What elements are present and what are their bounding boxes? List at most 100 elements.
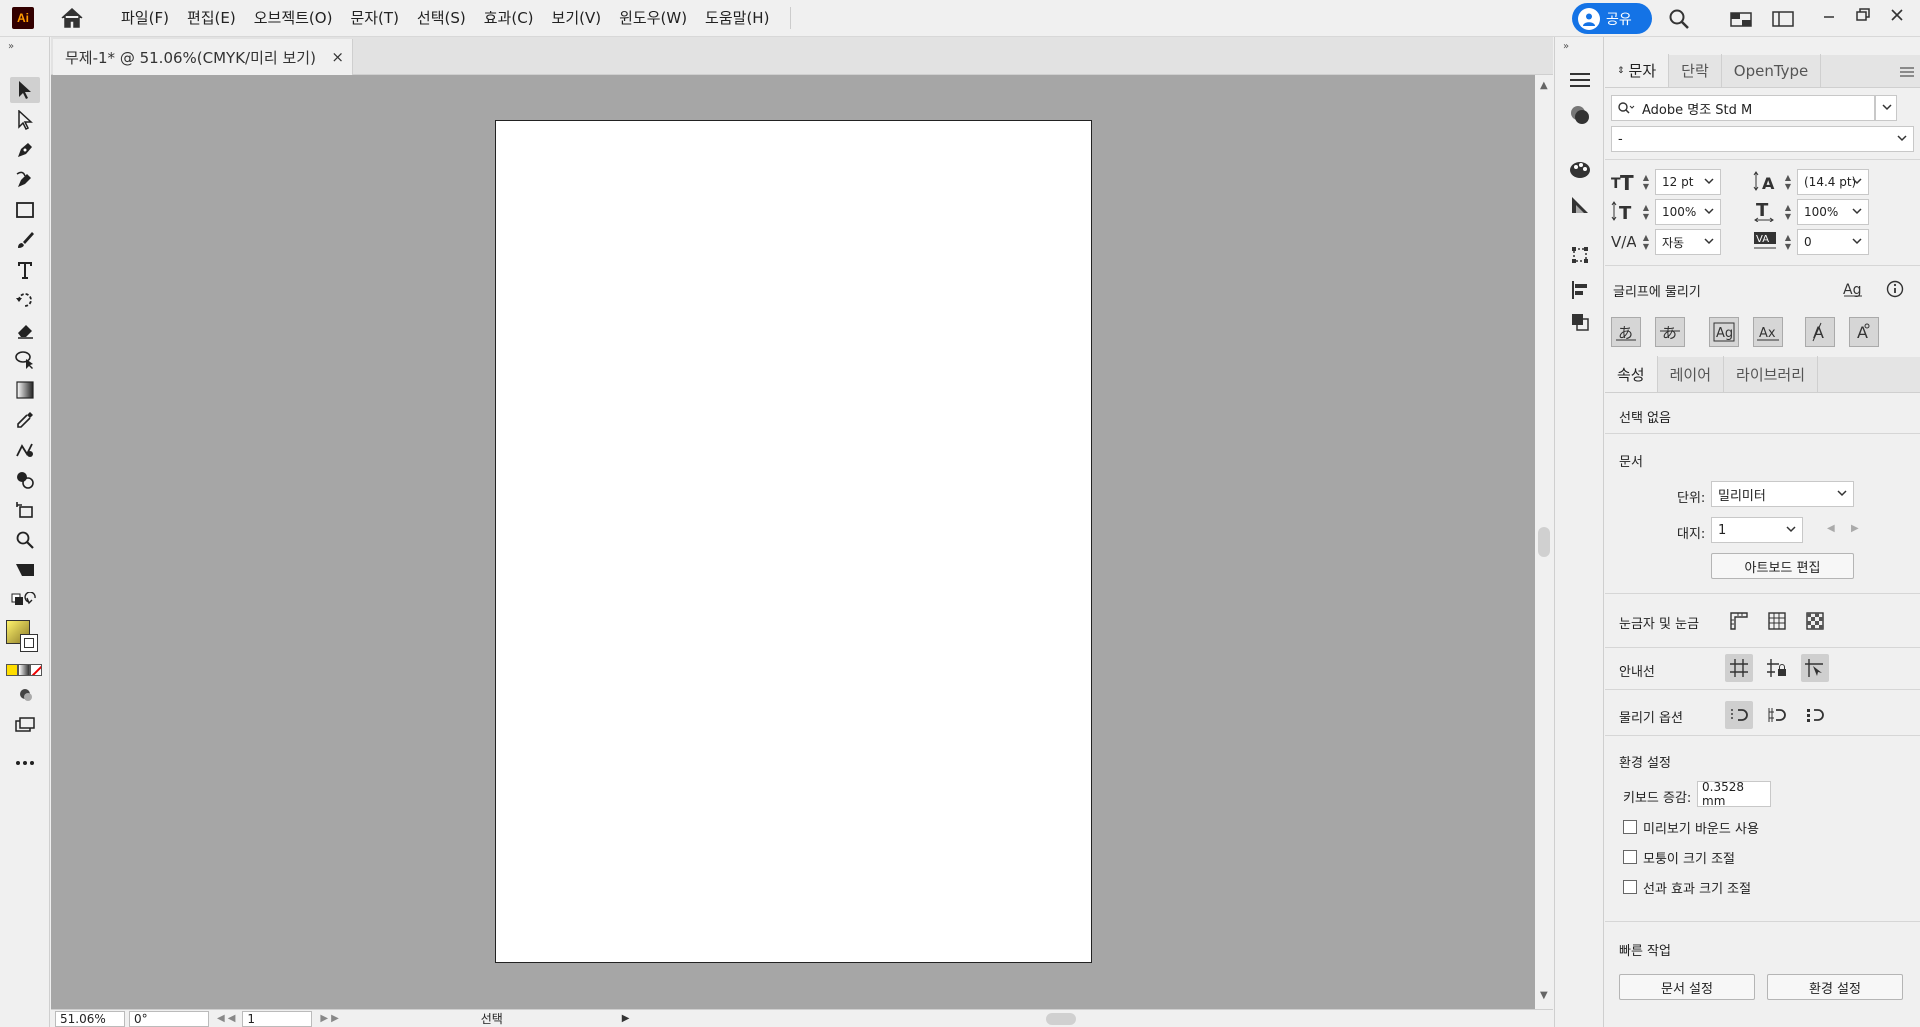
workspace-icon[interactable] xyxy=(1726,4,1756,34)
kerning-field[interactable]: 자동 xyxy=(1655,229,1721,255)
draw-mode-icon[interactable] xyxy=(10,682,40,708)
transform-icon[interactable] xyxy=(1567,242,1593,268)
lasso-tool-icon[interactable] xyxy=(10,347,40,373)
keyboard-increment-field[interactable]: 0.3528 mm xyxy=(1697,780,1771,808)
tab-layers[interactable]: 레이어 xyxy=(1658,356,1725,392)
snap-to-point-icon[interactable] xyxy=(1725,701,1753,729)
menu-file[interactable]: 파일(F) xyxy=(112,0,178,37)
none-mode-icon[interactable] xyxy=(30,664,42,676)
tab-paragraph[interactable]: 단락 xyxy=(1669,54,1722,87)
document-setup-button[interactable]: 문서 설정 xyxy=(1619,974,1755,1000)
type-tool-icon[interactable] xyxy=(10,257,40,283)
document-tab[interactable]: 무제-1* @ 51.06%(CMYK/미리 보기) × xyxy=(53,39,353,75)
grid-icon[interactable] xyxy=(1763,607,1791,635)
artboard[interactable] xyxy=(495,120,1092,963)
minimize-icon[interactable] xyxy=(1814,0,1844,30)
direct-selection-tool-icon[interactable] xyxy=(10,107,40,133)
scroll-up-icon[interactable]: ▲ xyxy=(1540,80,1548,91)
preferences-button[interactable]: 환경 설정 xyxy=(1767,974,1903,1000)
leading-stepper[interactable]: ▲ ▼ xyxy=(1781,169,1795,195)
menu-view[interactable]: 보기(V) xyxy=(543,0,611,37)
horizontal-scale-stepper[interactable]: ▲ ▼ xyxy=(1781,199,1795,225)
status-menu-icon[interactable]: ▶ xyxy=(622,1013,630,1024)
search-icon[interactable] xyxy=(1664,4,1694,34)
paintbrush-tool-icon[interactable] xyxy=(10,227,40,253)
next-artboard-button-icon[interactable]: ▶ xyxy=(1851,523,1859,534)
menu-object[interactable]: 오브젝트(O) xyxy=(245,0,342,37)
snap-to-pixel-icon[interactable] xyxy=(1801,701,1829,729)
gradient-tool-icon[interactable] xyxy=(10,377,40,403)
horizontal-scale-field[interactable]: 100% xyxy=(1797,199,1869,225)
menu-select[interactable]: 선택(S) xyxy=(408,0,475,37)
gradient-panel-icon[interactable] xyxy=(1567,192,1593,218)
perspective-grid-icon[interactable] xyxy=(10,557,40,583)
share-button[interactable]: 공유 xyxy=(1572,3,1652,34)
vertical-scale-field[interactable]: 100% xyxy=(1655,199,1721,225)
snap-to-grid-icon[interactable] xyxy=(1763,701,1791,729)
color-mode-icon[interactable] xyxy=(6,664,18,676)
tab-opentype[interactable]: OpenType xyxy=(1722,54,1822,87)
zoom-level-field[interactable]: 51.06% xyxy=(55,1010,125,1027)
font-size-stepper[interactable]: ▲ ▼ xyxy=(1639,169,1653,195)
home-icon[interactable] xyxy=(60,7,84,29)
transparency-grid-icon[interactable] xyxy=(1801,607,1829,635)
menu-window[interactable]: 윈도우(W) xyxy=(610,0,696,37)
vertical-scroll-thumb[interactable] xyxy=(1538,527,1550,557)
next-artboard-icon[interactable]: ▶▶ xyxy=(320,1013,341,1024)
close-tab-icon[interactable]: × xyxy=(331,48,344,66)
color-palette-icon[interactable] xyxy=(1567,157,1593,183)
rectangle-tool-icon[interactable] xyxy=(10,197,40,223)
rotation-field[interactable]: 0° xyxy=(129,1010,209,1027)
menu-type[interactable]: 문자(T) xyxy=(341,0,407,37)
preview-bounds-checkbox[interactable] xyxy=(1623,820,1637,834)
swap-fill-stroke-icon[interactable] xyxy=(10,590,40,610)
blend-tool-icon[interactable] xyxy=(10,437,40,463)
glyph-settings-icon[interactable]: Ag xyxy=(1839,275,1867,303)
zoom-tool-icon[interactable] xyxy=(10,527,40,553)
scale-strokes-checkbox[interactable] xyxy=(1623,880,1637,894)
kerning-stepper[interactable]: ▲ ▼ xyxy=(1639,229,1653,255)
canvas-area[interactable] xyxy=(51,75,1535,1009)
tab-libraries[interactable]: 라이브러리 xyxy=(1724,356,1819,392)
tracking-stepper[interactable]: ▲ ▼ xyxy=(1781,229,1795,255)
scale-corners-checkbox[interactable] xyxy=(1623,850,1637,864)
appearance-icon[interactable] xyxy=(1567,102,1593,128)
tab-character[interactable]: ⇕ 문자 xyxy=(1605,54,1670,87)
more-tools-icon[interactable] xyxy=(10,750,40,776)
font-family-dropdown[interactable] xyxy=(1875,95,1897,121)
expand-panels-icon[interactable]: » xyxy=(1563,41,1569,52)
menu-lines-icon[interactable] xyxy=(1567,67,1593,93)
panel-menu-icon[interactable] xyxy=(1900,67,1914,77)
units-dropdown[interactable]: 밀리미터 xyxy=(1711,481,1854,507)
close-window-icon[interactable] xyxy=(1882,0,1912,30)
curvature-tool-icon[interactable] xyxy=(10,167,40,193)
snap-anchor-point-icon[interactable]: A xyxy=(1849,317,1879,347)
eyedropper-tool-icon[interactable] xyxy=(10,407,40,433)
pen-tool-icon[interactable] xyxy=(10,137,40,163)
prev-artboard-icon[interactable]: ◀◀ xyxy=(217,1013,238,1024)
menu-help[interactable]: 도움말(H) xyxy=(696,0,778,37)
artboard-nav-field[interactable]: 1 xyxy=(242,1010,313,1027)
menu-edit[interactable]: 편집(E) xyxy=(178,0,245,37)
font-size-field[interactable]: 12 pt xyxy=(1655,169,1721,195)
pathfinder-icon[interactable] xyxy=(1567,309,1593,335)
scroll-down-icon[interactable]: ▼ xyxy=(1540,990,1548,1001)
font-style-field[interactable]: - xyxy=(1611,126,1914,152)
info-icon[interactable] xyxy=(1881,275,1909,303)
gradient-mode-icon[interactable] xyxy=(18,664,30,676)
font-family-field[interactable]: Adobe 명조 Std M xyxy=(1611,95,1875,121)
horizontal-scrollbar[interactable] xyxy=(641,1010,1472,1027)
vertical-scale-stepper[interactable]: ▲ ▼ xyxy=(1639,199,1653,225)
snap-proximity-guides-icon[interactable]: Ax xyxy=(1753,317,1783,347)
shape-builder-tool-icon[interactable] xyxy=(10,467,40,493)
selection-tool-icon[interactable] xyxy=(10,77,40,103)
menu-effect[interactable]: 효과(C) xyxy=(475,0,543,37)
tab-properties[interactable]: 속성 xyxy=(1605,356,1658,392)
ruler-icon[interactable] xyxy=(1725,607,1753,635)
leading-field[interactable]: (14.4 pt) xyxy=(1797,169,1869,195)
snap-glyph-bounds-icon[interactable]: Ag xyxy=(1709,317,1739,347)
artboard-dropdown[interactable]: 1 xyxy=(1711,517,1803,543)
collapse-toolbar-icon[interactable]: » xyxy=(8,41,14,52)
smart-guides-icon[interactable] xyxy=(1801,654,1829,682)
snap-angular-guides-icon[interactable]: A xyxy=(1805,317,1835,347)
